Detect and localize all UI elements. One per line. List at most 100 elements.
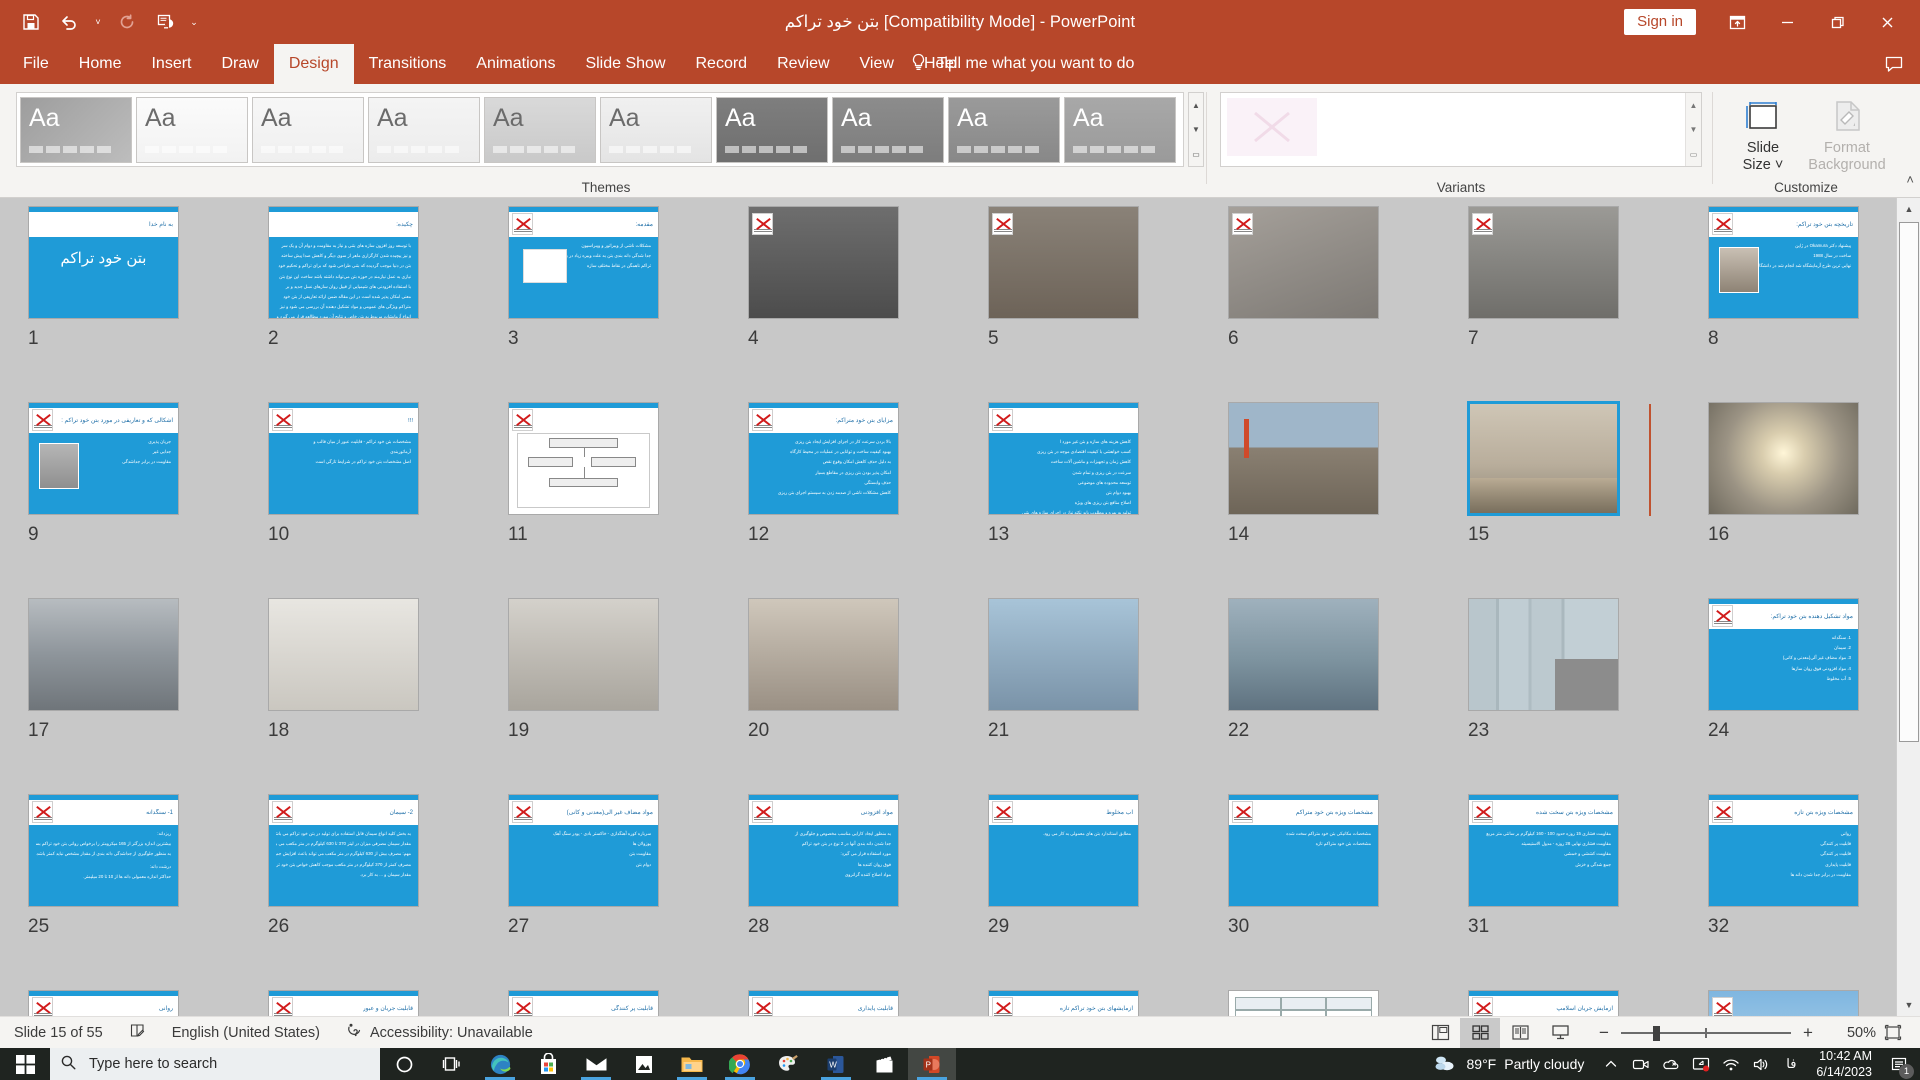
ribbon-tab-insert[interactable]: Insert	[136, 44, 206, 84]
slide-thumbnail-30[interactable]: مشخصات ویژه بتن خود متراکم مشخصات مکانیک…	[1228, 794, 1396, 938]
mail-icon[interactable]	[572, 1048, 620, 1080]
slide-thumbnail-image[interactable]	[268, 598, 419, 711]
theme-thumbnail-2[interactable]: Aa	[136, 97, 248, 163]
theme-thumbnail-3[interactable]: Aa	[252, 97, 364, 163]
ribbon-tab-transitions[interactable]: Transitions	[354, 44, 462, 84]
slide-thumbnail-image[interactable]	[1708, 402, 1859, 515]
variants-scroll-down-icon[interactable]: ▼	[1686, 118, 1701, 142]
slide-thumbnail-33[interactable]: روانی به قابلیت جریان یافتن بتن و پرشدن …	[28, 990, 196, 1016]
ribbon-tab-view[interactable]: View	[845, 44, 909, 84]
slide-thumbnail-image[interactable]: قابلیت پر کنندگی قابلیت بتن خود تراکم بر…	[508, 990, 659, 1016]
microsoft-store-icon[interactable]	[524, 1048, 572, 1080]
collapse-ribbon-button[interactable]: ˄	[1906, 172, 1914, 187]
chrome-icon[interactable]	[716, 1048, 764, 1080]
slide-thumbnail-image[interactable]: !!! مشخصات بتن خود تراکم - قابلیت عبور ا…	[268, 402, 419, 515]
file-explorer-icon[interactable]	[668, 1048, 716, 1080]
slide-thumbnail-image[interactable]: آزمایشهای بتن خود تراکم تازه	[988, 990, 1139, 1016]
theme-thumbnail-6[interactable]: Aa	[600, 97, 712, 163]
slide-thumbnail-25[interactable]: 1- سنگدانه ریزدانه:بیشترین اندازه بزرگتر…	[28, 794, 196, 938]
variant-thumbnail-broken[interactable]	[1227, 98, 1317, 156]
slide-thumbnail-36[interactable]: قابلیت پایداری قابلیت بتن خود تراکم در م…	[748, 990, 916, 1016]
word-icon[interactable]: W	[812, 1048, 860, 1080]
themes-gallery-scrollbar[interactable]: ▲ ▼ ▭	[1188, 92, 1204, 167]
slide-thumbnail-image[interactable]	[508, 598, 659, 711]
ribbon-tab-home[interactable]: Home	[64, 44, 137, 84]
slide-thumbnail-14[interactable]: 14	[1228, 402, 1396, 546]
slide-thumbnail-image[interactable]: چکیده: با توسعه روز افزون سازه های بتنی …	[268, 206, 419, 319]
slide-thumbnail-35[interactable]: قابلیت پر کنندگی قابلیت بتن خود تراکم بر…	[508, 990, 676, 1016]
zoom-level-label[interactable]: 50%	[1828, 1025, 1876, 1041]
slide-thumbnail-image[interactable]: تاریخچه بتن خود تراکم: پیشنهاد دکتر Okam…	[1708, 206, 1859, 319]
notes-indicator[interactable]	[129, 1022, 172, 1043]
cortana-icon[interactable]	[380, 1048, 428, 1080]
screen-share-icon[interactable]	[1686, 1048, 1716, 1080]
slide-thumbnail-27[interactable]: مواد مضاف غیر آلی(معدنی و کانی) سرباره ک…	[508, 794, 676, 938]
scroll-up-icon[interactable]: ▲	[1897, 198, 1920, 220]
slide-thumbnail-1[interactable]: به نام خدا بتن خود تراکم 1	[28, 206, 196, 350]
slide-thumbnail-image[interactable]	[1228, 402, 1379, 515]
format-background-button[interactable]: Format Background	[1806, 90, 1888, 173]
reading-view-button[interactable]	[1500, 1018, 1540, 1048]
photos-icon[interactable]	[620, 1048, 668, 1080]
slide-thumbnail-37[interactable]: آزمایشهای بتن خود تراکم تازه 37	[988, 990, 1156, 1016]
slide-thumbnail-9[interactable]: اشکالی که و تعاریفی در مورد بتن خود تراک…	[28, 402, 196, 546]
normal-view-button[interactable]	[1420, 1018, 1460, 1048]
slide-thumbnail-image[interactable]: مقدمه: مشکلات ناشی از ویبراتور و ویبراسی…	[508, 206, 659, 319]
ribbon-tab-file[interactable]: File	[8, 44, 64, 84]
slide-thumbnail-image[interactable]: 2- سیمان به بخش کلیه انواع سیمان قابل اس…	[268, 794, 419, 907]
volume-icon[interactable]	[1746, 1048, 1776, 1080]
taskbar-search-box[interactable]: Type here to search	[50, 1048, 380, 1080]
slide-thumbnail-image[interactable]: مشخصات ویژه بتن سخت شده مقاومت فشاری 15 …	[1468, 794, 1619, 907]
themes-more-icon[interactable]: ▭	[1189, 142, 1203, 166]
slide-thumbnail-image[interactable]	[1468, 402, 1619, 515]
themes-scroll-up-icon[interactable]: ▲	[1189, 93, 1203, 117]
slide-thumbnail-11[interactable]: 11	[508, 402, 676, 546]
slide-thumbnail-31[interactable]: مشخصات ویژه بتن سخت شده مقاومت فشاری 15 …	[1468, 794, 1636, 938]
ribbon-tab-draw[interactable]: Draw	[206, 44, 273, 84]
slide-thumbnail-image[interactable]: 1- سنگدانه ریزدانه:بیشترین اندازه بزرگتر…	[28, 794, 179, 907]
slide-thumbnail-image[interactable]	[1468, 206, 1619, 319]
slide-thumbnail-20[interactable]: 20	[748, 598, 916, 742]
slide-thumbnail-23[interactable]: 23	[1468, 598, 1636, 742]
edge-icon[interactable]	[476, 1048, 524, 1080]
slide-show-button[interactable]	[1540, 1018, 1580, 1048]
slide-thumbnail-38[interactable]: 38	[1228, 990, 1396, 1016]
network-icon[interactable]	[1716, 1048, 1746, 1080]
slide-thumbnail-image[interactable]: قابلیت پایداری قابلیت بتن خود تراکم در م…	[748, 990, 899, 1016]
slide-thumbnail-image[interactable]: مواد افزودنی به منظور ایجاد کارایی مناسب…	[748, 794, 899, 907]
slide-thumbnail-24[interactable]: مواد تشکیل دهنده بتن خود تراکم: 1. سنگدا…	[1708, 598, 1876, 742]
sign-in-button[interactable]: Sign in	[1624, 9, 1696, 35]
zoom-slider[interactable]: − +	[1596, 1023, 1816, 1043]
slide-thumbnail-26[interactable]: 2- سیمان به بخش کلیه انواع سیمان قابل اس…	[268, 794, 436, 938]
slide-thumbnail-18[interactable]: 18	[268, 598, 436, 742]
slide-thumbnail-image[interactable]: به نام خدا بتن خود تراکم	[28, 206, 179, 319]
slide-thumbnail-10[interactable]: !!! مشخصات بتن خود تراکم - قابلیت عبور ا…	[268, 402, 436, 546]
zoom-in-button[interactable]: +	[1800, 1023, 1816, 1043]
slide-thumbnail-13[interactable]: کاهش هزینه های سازه و بتن غیر مورد اکسب …	[988, 402, 1156, 546]
slide-thumbnail-image[interactable]: مشخصات ویژه بتن تازه روانیقابلیت پر کنند…	[1708, 794, 1859, 907]
close-button[interactable]	[1864, 4, 1910, 40]
themes-scroll-down-icon[interactable]: ▼	[1189, 118, 1203, 142]
slide-thumbnail-image[interactable]: مزایای بتن خود متراکم: بالا بردن سرعت کا…	[748, 402, 899, 515]
variants-more-icon[interactable]: ▭	[1686, 142, 1701, 166]
slide-counter[interactable]: Slide 15 of 55	[14, 1025, 129, 1041]
slide-thumbnail-image[interactable]: مواد مضاف غیر آلی(معدنی و کانی) سرباره ک…	[508, 794, 659, 907]
slide-sorter-pane[interactable]: به نام خدا بتن خود تراکم 1 چکیده: با توس…	[0, 198, 1920, 1016]
slide-sorter-scrollbar[interactable]: ▲ ▼	[1896, 198, 1920, 1016]
task-view-icon[interactable]	[428, 1048, 476, 1080]
slide-thumbnail-8[interactable]: تاریخچه بتن خود تراکم: پیشنهاد دکتر Okam…	[1708, 206, 1876, 350]
slide-thumbnail-image[interactable]	[508, 402, 659, 515]
theme-thumbnail-4[interactable]: Aa	[368, 97, 480, 163]
ribbon-display-options-icon[interactable]	[1714, 4, 1760, 40]
zoom-track[interactable]	[1621, 1026, 1791, 1040]
slide-thumbnail-2[interactable]: چکیده: با توسعه روز افزون سازه های بتنی …	[268, 206, 436, 350]
onedrive-icon[interactable]	[1656, 1048, 1686, 1080]
show-hidden-icons-chevron[interactable]	[1596, 1048, 1626, 1080]
slide-thumbnail-image[interactable]	[1228, 990, 1379, 1016]
powerpoint-icon[interactable]: P	[908, 1048, 956, 1080]
language-indicator[interactable]: English (United States)	[172, 1025, 346, 1041]
start-button[interactable]	[0, 1048, 50, 1080]
accessibility-indicator[interactable]: Accessibility: Unavailable	[346, 1022, 559, 1043]
variants-scroll-up-icon[interactable]: ▲	[1686, 93, 1701, 117]
zoom-out-button[interactable]: −	[1596, 1023, 1612, 1043]
